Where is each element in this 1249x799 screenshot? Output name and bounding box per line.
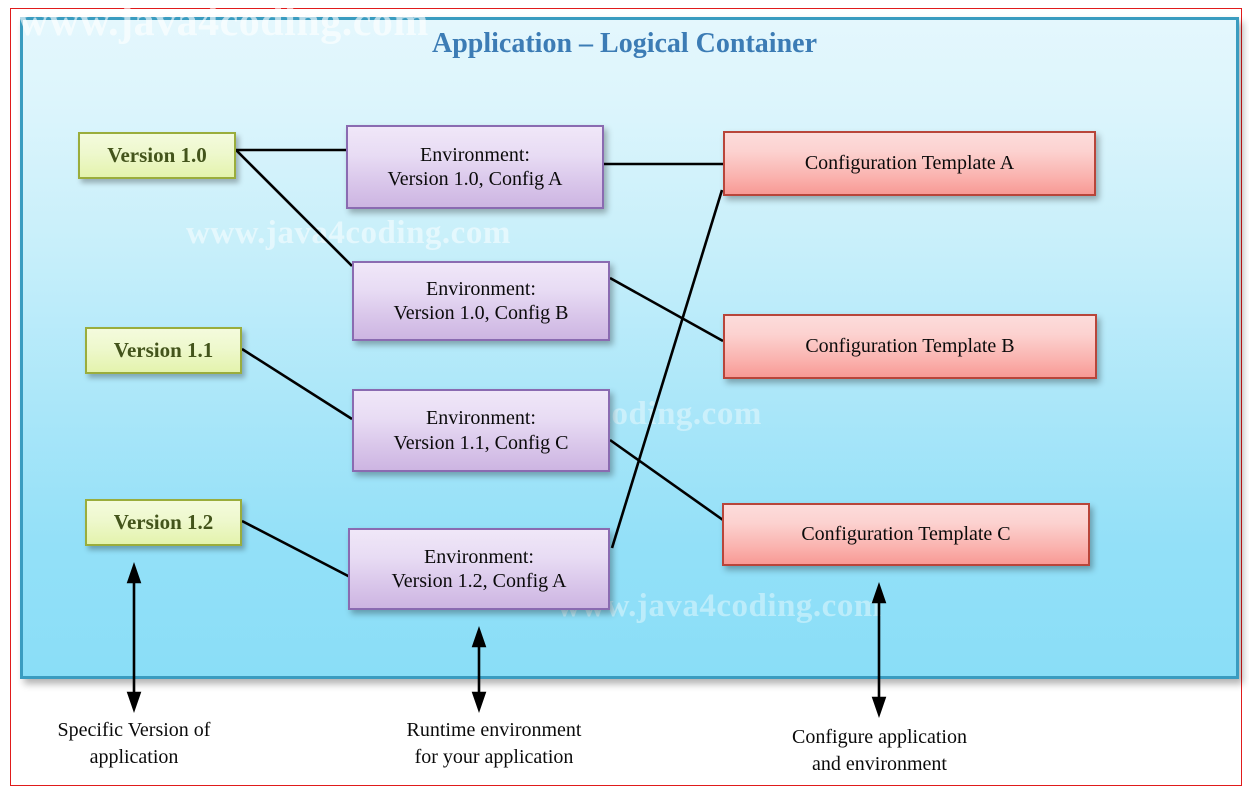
- node-label-line2: Version 1.0, Config A: [387, 168, 563, 190]
- caption-line1: Configure application: [792, 726, 967, 748]
- caption-specific-version: Specific Version of application: [34, 717, 234, 771]
- node-label-line1: Environment:: [424, 545, 534, 568]
- node-label-line1: Environment:: [420, 143, 530, 166]
- watermark-upper-middle: www.java4coding.com: [186, 215, 511, 251]
- node-environment-v10-configA[interactable]: Environment: Version 1.0, Config A: [346, 125, 604, 209]
- node-label-line2: Version 1.0, Config B: [393, 302, 569, 324]
- diagram-canvas: www.java4coding.com www.java4coding.com …: [0, 0, 1249, 799]
- caption-line1: Runtime environment: [406, 719, 582, 741]
- node-label: Version 1.2: [113, 509, 214, 534]
- node-version-1-2[interactable]: Version 1.2: [85, 499, 242, 546]
- node-label-line2: Version 1.1, Config C: [393, 431, 569, 454]
- node-version-1-0[interactable]: Version 1.0: [78, 132, 236, 179]
- node-config-template-b[interactable]: Configuration Template B: [723, 314, 1097, 379]
- caption-configure-application: Configure application and environment: [753, 724, 1006, 778]
- caption-line1: Specific Version of: [57, 719, 211, 741]
- node-label-line1: Environment:: [426, 407, 536, 430]
- node-label: Version 1.1: [113, 337, 214, 362]
- node-version-1-1[interactable]: Version 1.1: [85, 327, 242, 374]
- node-label: Configuration Template C: [801, 523, 1011, 546]
- diagram-title: Application – Logical Container: [431, 28, 817, 59]
- caption-runtime-environment: Runtime environment for your application: [369, 717, 619, 771]
- node-config-template-c[interactable]: Configuration Template C: [722, 503, 1090, 566]
- node-environment-v10-configB[interactable]: Environment: Version 1.0, Config B: [352, 261, 610, 341]
- node-label: Configuration Template B: [805, 335, 1015, 358]
- node-label: Version 1.0: [107, 142, 207, 167]
- node-label: Configuration Template A: [804, 152, 1015, 175]
- node-label-line1: Environment:: [426, 277, 536, 300]
- node-environment-v12-configA[interactable]: Environment: Version 1.2, Config A: [348, 528, 610, 610]
- caption-line2: and environment: [812, 753, 947, 775]
- node-environment-v11-configC[interactable]: Environment: Version 1.1, Config C: [352, 389, 610, 472]
- caption-line2: for your application: [414, 746, 574, 768]
- node-config-template-a[interactable]: Configuration Template A: [723, 131, 1096, 196]
- node-label-line2: Version 1.2, Config A: [391, 570, 567, 592]
- caption-line2: application: [89, 746, 179, 768]
